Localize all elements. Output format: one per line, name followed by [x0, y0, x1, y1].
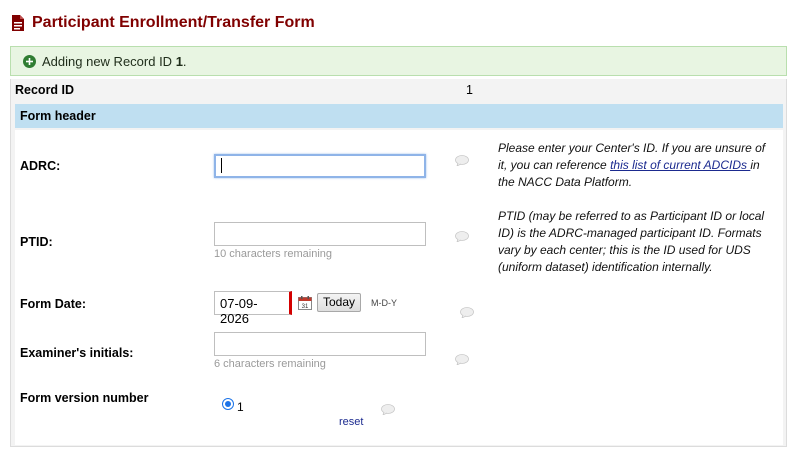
record-id-value: 1 [466, 83, 473, 97]
ptid-hint: 10 characters remaining [214, 248, 333, 260]
form-date-input[interactable]: 07-09-2026 [214, 291, 292, 326]
ptid-note: PTID (may be referred to as Participant … [498, 209, 765, 274]
comment-bubble-icon[interactable] [455, 155, 469, 166]
section-header: Form header [15, 104, 783, 128]
svg-text:31: 31 [302, 304, 309, 310]
examiner-label: Examiner's initials: [20, 346, 134, 360]
form-version-option-label: 1 [237, 400, 244, 414]
date-format-label: M-D-Y [371, 298, 397, 308]
adrc-note: Please enter your Center's ID. If you ar… [498, 141, 766, 189]
calendar-icon[interactable]: 31 [298, 296, 312, 310]
comment-bubble-icon[interactable] [455, 354, 469, 365]
text-caret [221, 158, 222, 173]
adrc-input[interactable] [214, 154, 426, 178]
examiner-input[interactable] [214, 332, 426, 356]
reset-link[interactable]: reset [339, 416, 363, 428]
ptid-input[interactable] [214, 222, 426, 246]
adcid-list-link[interactable]: this list of current ADCIDs [610, 158, 750, 172]
form-version-label: Form version number [20, 391, 149, 405]
comment-bubble-icon[interactable] [455, 231, 469, 242]
today-button[interactable]: Today [317, 293, 361, 312]
form-title: Participant Enrollment/Transfer Form [32, 14, 315, 31]
adrc-label: ADRC: [20, 159, 61, 173]
form-version-radio[interactable] [222, 398, 234, 410]
comment-bubble-icon[interactable] [460, 307, 474, 318]
page-title: Participant Enrollment/Transfer Form [12, 12, 315, 34]
notice-text: Adding new Record ID 1. [42, 53, 187, 69]
plus-circle-icon [23, 54, 36, 68]
comment-bubble-icon[interactable] [381, 404, 395, 415]
form-date-label: Form Date: [20, 297, 86, 311]
examiner-hint: 6 characters remaining [214, 358, 326, 370]
record-id-label: Record ID [15, 83, 75, 97]
document-icon [12, 15, 24, 31]
notice-record-id: 1 [175, 53, 183, 69]
record-notice: Adding new Record ID 1. [10, 46, 787, 76]
ptid-label: PTID: [20, 235, 53, 249]
